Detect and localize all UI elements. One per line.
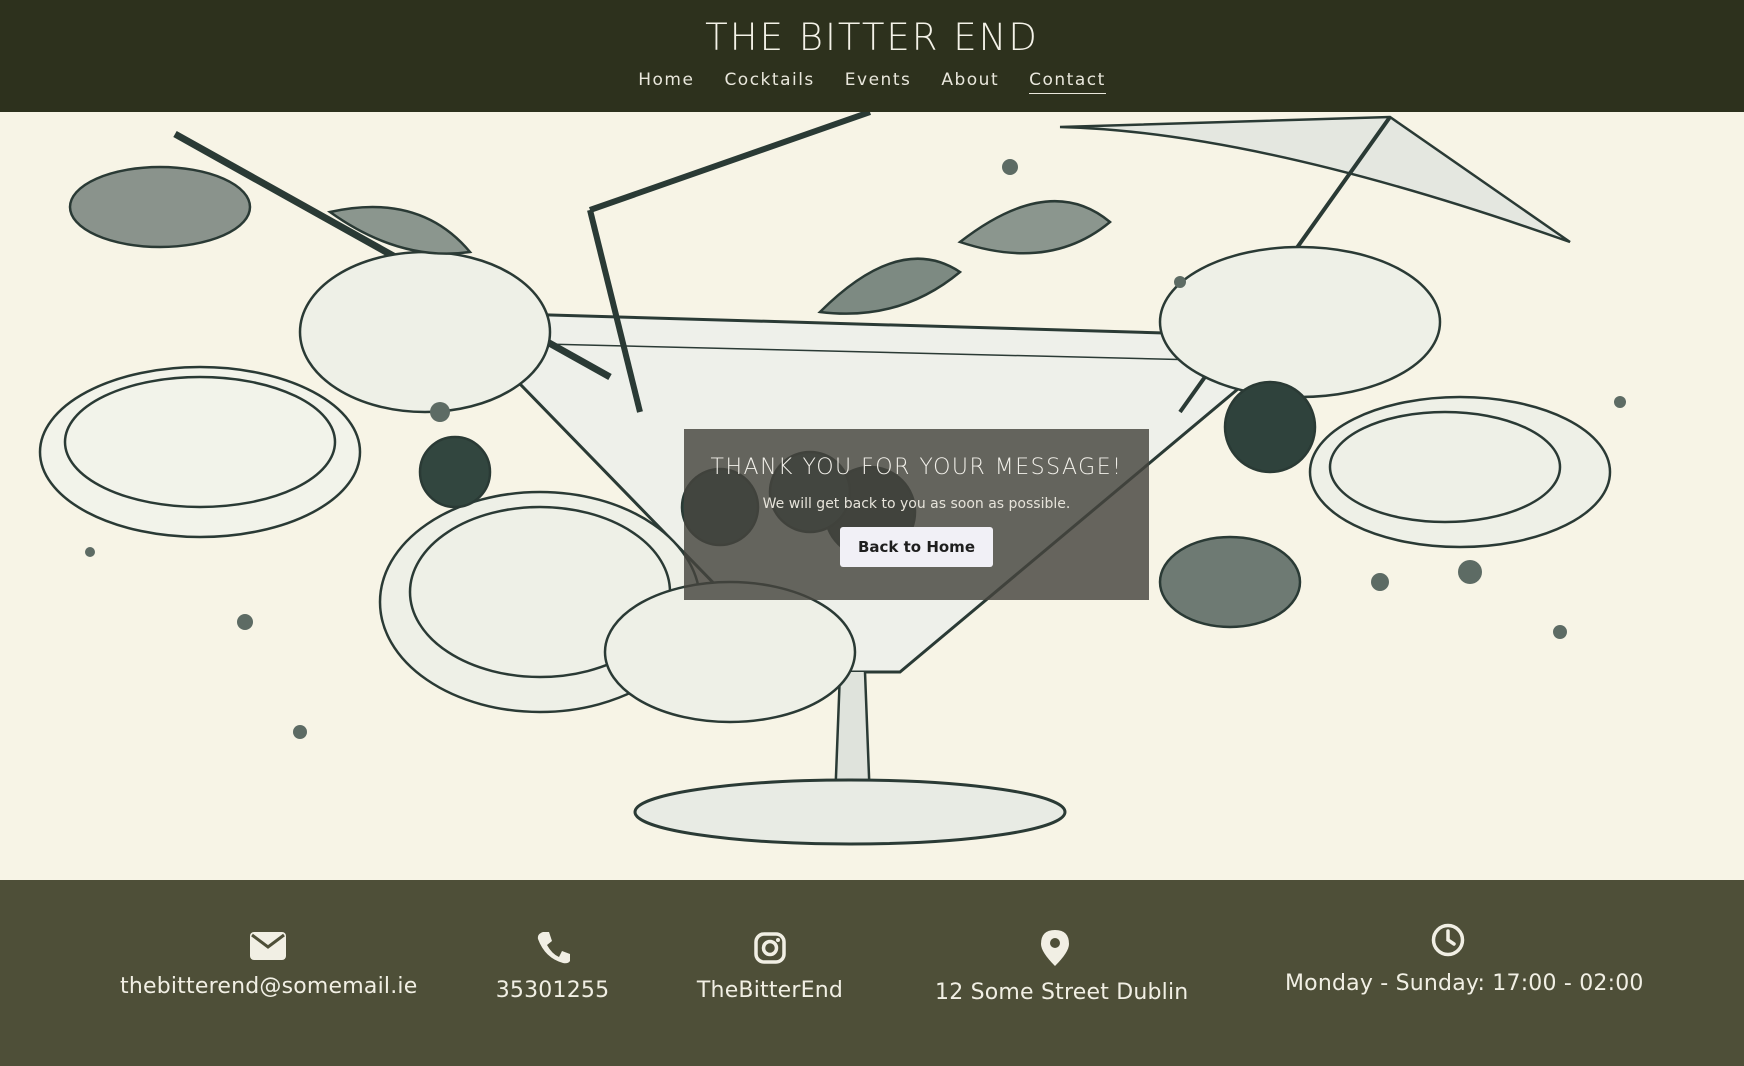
site-header: THE BITTER END Home Cocktails Events Abo… — [0, 0, 1744, 112]
footer-address[interactable]: 12 Some Street Dublin — [935, 930, 1188, 1005]
nav-home[interactable]: Home — [638, 70, 694, 94]
nav-cocktails[interactable]: Cocktails — [724, 70, 814, 94]
nav-events[interactable]: Events — [845, 70, 912, 94]
site-footer: thebitterend@somemail.ie 35301255 TheBit… — [0, 880, 1744, 1066]
nav-about[interactable]: About — [941, 70, 999, 94]
modal-message: We will get back to you as soon as possi… — [762, 496, 1071, 512]
brand-title[interactable]: THE BITTER END — [0, 16, 1744, 59]
email-label[interactable]: thebitterend@somemail.ie — [120, 974, 417, 999]
map-pin-icon — [1041, 930, 1069, 966]
back-to-home-button[interactable]: Back to Home — [839, 527, 993, 567]
footer-hours: Monday - Sunday: 17:00 - 02:00 — [1285, 923, 1644, 996]
hero-section: THANK YOU FOR YOUR MESSAGE! We will get … — [0, 112, 1744, 880]
nav-contact[interactable]: Contact — [1029, 70, 1106, 94]
footer-email[interactable]: thebitterend@somemail.ie — [120, 932, 417, 999]
instagram-icon — [754, 932, 786, 964]
envelope-icon — [249, 932, 286, 960]
instagram-label[interactable]: TheBitterEnd — [695, 978, 845, 1003]
main-nav: Home Cocktails Events About Contact — [0, 70, 1744, 94]
address-label[interactable]: 12 Some Street Dublin — [935, 980, 1188, 1005]
clock-icon — [1431, 923, 1464, 957]
phone-label[interactable]: 35301255 — [480, 978, 625, 1003]
thank-you-modal: THANK YOU FOR YOUR MESSAGE! We will get … — [684, 429, 1149, 600]
page: THE BITTER END Home Cocktails Events Abo… — [0, 0, 1744, 1066]
footer-phone[interactable]: 35301255 — [480, 930, 625, 1003]
hours-label: Monday - Sunday: 17:00 - 02:00 — [1285, 971, 1644, 996]
modal-title: THANK YOU FOR YOUR MESSAGE! — [710, 455, 1123, 480]
phone-icon — [537, 932, 570, 964]
footer-instagram[interactable]: TheBitterEnd — [695, 932, 845, 1003]
